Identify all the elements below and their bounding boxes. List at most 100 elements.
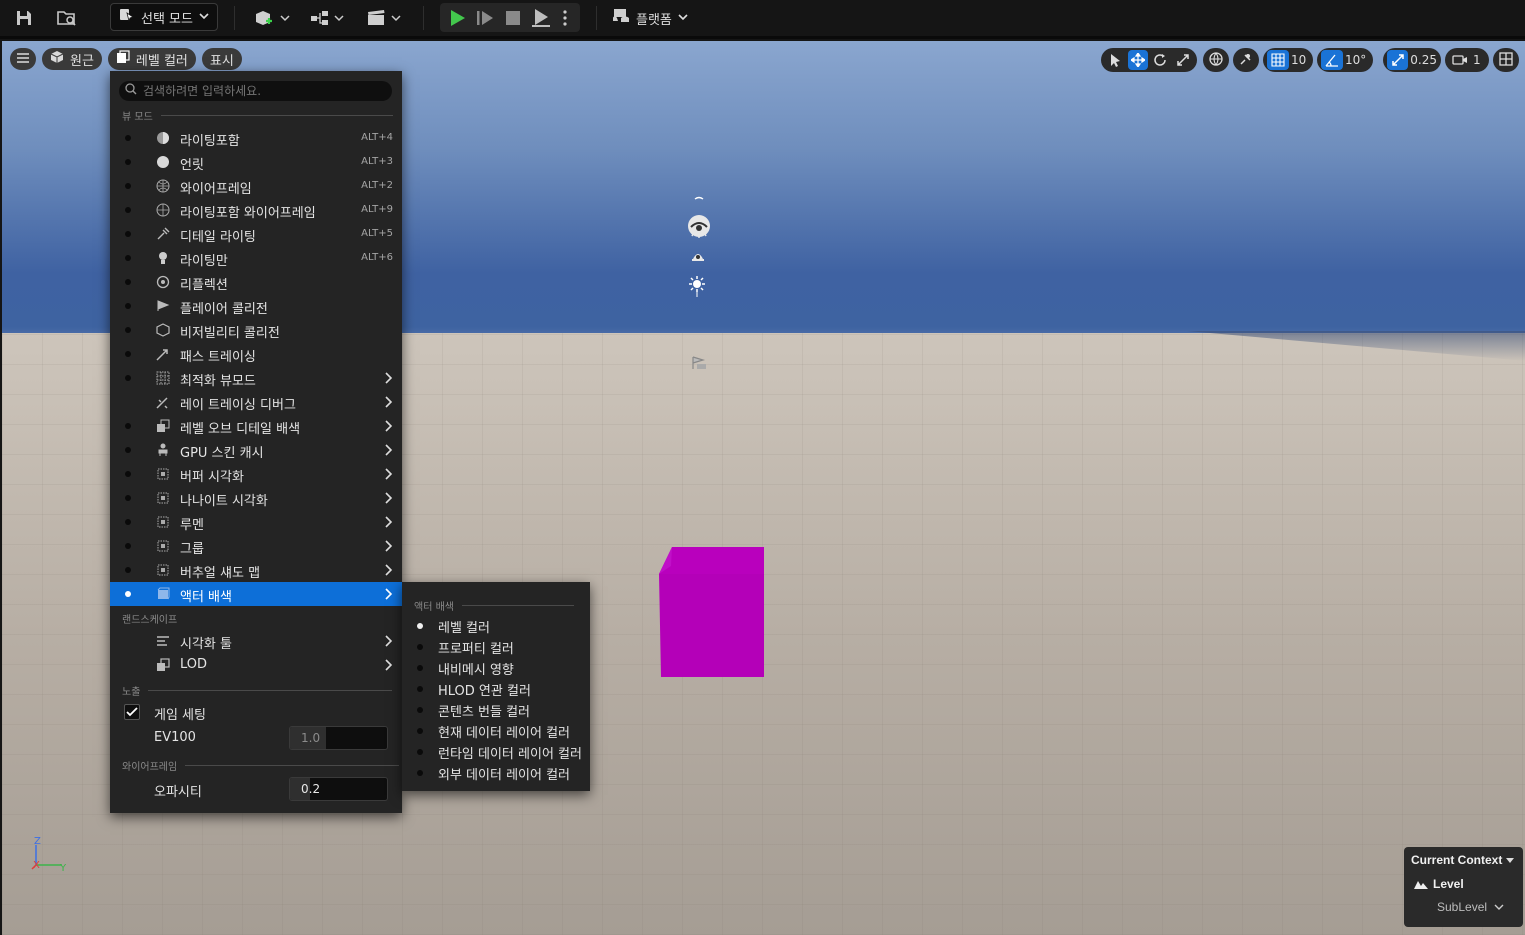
menu-item-view-mode[interactable]: 라이팅만 ALT+6 [110, 246, 402, 270]
add-actor-icon[interactable] [252, 6, 292, 30]
chevron-right-icon [385, 372, 393, 384]
menu-item-view-mode[interactable]: 레이 트레이싱 디버그 [110, 390, 402, 414]
scale-snap-value[interactable]: 0.25 [1410, 53, 1437, 67]
menu-item-view-mode[interactable]: 디테일 라이팅 ALT+5 [110, 222, 402, 246]
scale-snap-group[interactable]: 0.25 [1383, 48, 1441, 72]
stop-icon[interactable] [502, 7, 524, 29]
rotate-icon[interactable] [1150, 50, 1171, 70]
cube-actor[interactable] [657, 546, 765, 678]
divider [148, 690, 393, 691]
submenu-item-coloration[interactable]: 런타임 데이터 레이어 컬러 [402, 741, 590, 762]
grid-icon[interactable] [1267, 50, 1289, 70]
menu-item-lod[interactable]: LOD [110, 653, 402, 677]
context-title-label: Current Context [1411, 853, 1503, 867]
angle-icon[interactable] [1321, 50, 1343, 70]
grid-snap-group[interactable]: 10 [1263, 48, 1313, 72]
menu-item-view-mode[interactable]: 비저빌리티 콜리전 [110, 318, 402, 342]
rotation-snap-value[interactable]: 10° [1345, 53, 1366, 67]
menu-item-label: 패스 트레이싱 [180, 350, 256, 365]
sky-atmosphere-icon[interactable] [688, 275, 706, 301]
more-options-icon[interactable] [558, 7, 572, 29]
select-icon[interactable] [1105, 50, 1126, 70]
show-button[interactable]: 표시 [201, 48, 242, 70]
submenu-item-coloration[interactable]: 레벨 컬러 [402, 615, 590, 636]
menu-item-label: 라이팅만 [180, 254, 228, 269]
menu-item-view-mode[interactable]: 최적화 뷰모드 [110, 366, 402, 390]
context-title[interactable]: Current Context [1411, 853, 1514, 867]
opacity-label: 오파시티 [154, 785, 202, 800]
submenu-item-coloration[interactable]: 프로퍼티 컬러 [402, 636, 590, 657]
search-input[interactable] [143, 84, 373, 98]
submenu-item-coloration[interactable]: 콘텐츠 번들 컬러 [402, 699, 590, 720]
menu-item-view-mode[interactable]: 플레이어 콜리전 [110, 294, 402, 318]
sky-light-icon[interactable] [690, 249, 706, 267]
scale-icon[interactable] [1173, 50, 1194, 70]
submenu-item-coloration[interactable]: 내비메시 영향 [402, 657, 590, 678]
show-label: 표시 [209, 53, 234, 69]
section-label: 랜드스케이프 [122, 615, 178, 626]
rotation-snap-group[interactable]: 10° [1317, 48, 1373, 72]
launch-icon[interactable] [530, 7, 552, 29]
perspective-button[interactable]: 원근 [42, 48, 102, 70]
player-start-icon[interactable] [691, 356, 707, 374]
cinematics-icon[interactable] [364, 6, 404, 30]
chevron-right-icon [385, 588, 393, 600]
menu-item-view-mode[interactable]: 라이팅포함 와이어프레임 ALT+9 [110, 198, 402, 222]
sublevel-dropdown[interactable]: SubLevel [1437, 900, 1504, 914]
menu-search[interactable] [119, 81, 392, 101]
menu-item-label: 라이팅포함 와이어프레임 [180, 206, 316, 221]
chevron-right-icon [385, 635, 393, 647]
menu-item-view-mode[interactable]: 루멘 [110, 510, 402, 534]
content-browser-icon[interactable] [55, 6, 79, 30]
menu-item-visualization-tools[interactable]: 시각화 툴 [110, 629, 402, 653]
platforms-dropdown[interactable]: 플랫폼 [612, 6, 688, 30]
menu-item-view-mode[interactable]: GPU 스킨 캐시 [110, 438, 402, 462]
chevron-right-icon [385, 420, 393, 432]
camera-icon[interactable] [1449, 50, 1471, 70]
submenu-item-coloration[interactable]: HLOD 연관 컬러 [402, 678, 590, 699]
view-mode-button[interactable]: 레벨 컬러 [107, 48, 196, 70]
toolbar-divider [423, 6, 424, 30]
context-level[interactable]: Level [1433, 877, 1464, 891]
ev100-field[interactable]: 1.0 [289, 726, 388, 750]
menu-item-view-mode[interactable]: 와이어프레임 ALT+2 [110, 174, 402, 198]
viewport-layout-button[interactable] [1493, 48, 1519, 72]
game-settings-label: 게임 세팅 [154, 708, 206, 723]
chevron-right-icon [385, 564, 393, 576]
menu-item-view-mode[interactable]: 패스 트레이싱 [110, 342, 402, 366]
menu-item-view-mode[interactable]: 레벨 오브 디테일 배색 [110, 414, 402, 438]
opacity-field[interactable]: 0.2 [289, 777, 388, 801]
selection-mode-dropdown[interactable]: 선택 모드 [110, 3, 218, 31]
menu-item-view-mode[interactable]: 라이팅포함 ALT+4 [110, 126, 402, 150]
blueprint-icon[interactable] [308, 6, 348, 30]
save-icon[interactable] [12, 6, 36, 30]
submenu-item-label: 외부 데이터 레이어 컬러 [438, 768, 570, 783]
directional-light-icon[interactable] [688, 195, 710, 243]
translate-icon[interactable] [1127, 50, 1148, 70]
menu-item-view-mode[interactable]: 버추얼 섀도 맵 [110, 558, 402, 582]
menu-item-view-mode[interactable]: 액터 배색 [110, 582, 402, 606]
menu-item-view-mode[interactable]: 리플렉션 [110, 270, 402, 294]
camera-speed-group[interactable]: 1 [1445, 48, 1489, 72]
viewport-menu-button[interactable] [10, 48, 36, 70]
menu-item-view-mode[interactable]: 그룹 [110, 534, 402, 558]
play-icon[interactable] [446, 7, 468, 29]
radio-dot [125, 447, 131, 453]
submenu-item-coloration[interactable]: 외부 데이터 레이어 컬러 [402, 762, 590, 783]
menu-item-view-mode[interactable]: 언릿 ALT+3 [110, 150, 402, 174]
camera-speed-value[interactable]: 1 [1473, 53, 1481, 67]
surface-snap-button[interactable] [1233, 48, 1259, 72]
submenu-item-coloration[interactable]: 현재 데이터 레이어 컬러 [402, 720, 590, 741]
reflection-icon [156, 275, 170, 289]
mode-icon [119, 7, 135, 27]
world-coordinates-button[interactable] [1203, 48, 1229, 72]
advance-frame-icon[interactable] [474, 7, 496, 29]
game-settings-checkbox[interactable] [124, 704, 140, 720]
mode-label: 선택 모드 [141, 11, 193, 27]
grid-snap-value[interactable]: 10 [1291, 53, 1306, 67]
section-header-landscape: 랜드스케이프 [122, 611, 177, 626]
scale-snap-icon[interactable] [1387, 50, 1409, 70]
menu-item-label: 그룹 [180, 542, 204, 557]
menu-item-view-mode[interactable]: 버퍼 시각화 [110, 462, 402, 486]
menu-item-view-mode[interactable]: 나나이트 시각화 [110, 486, 402, 510]
